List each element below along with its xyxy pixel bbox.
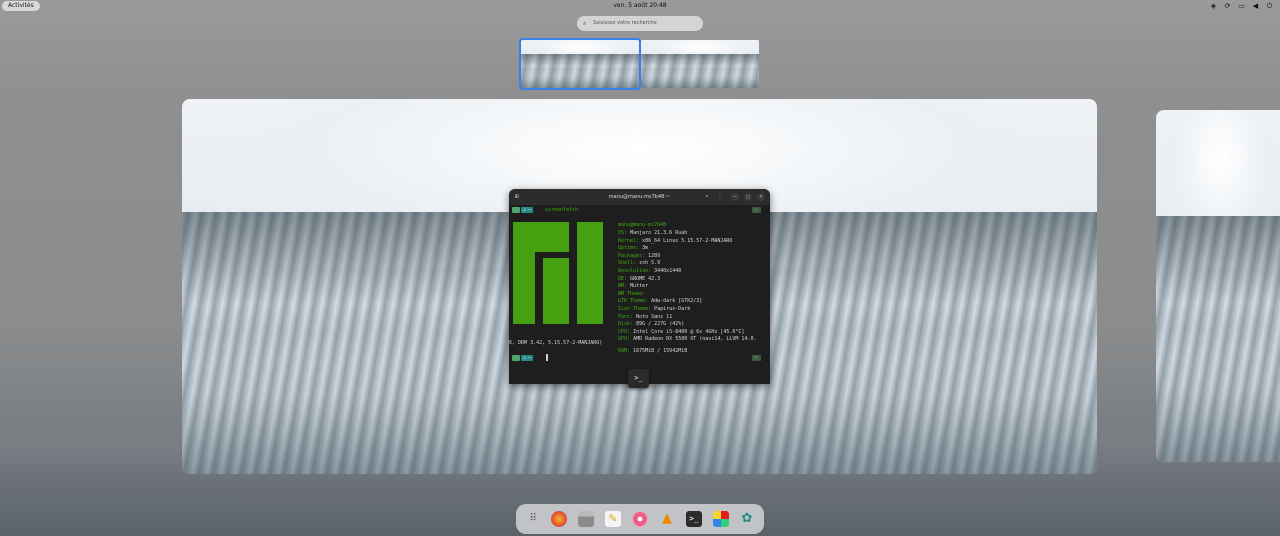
workspace-preview-next[interactable]	[1156, 110, 1280, 462]
system-info-line: WM Theme:	[618, 290, 646, 297]
files-icon[interactable]	[578, 511, 594, 527]
user-host: manu@manu-ms7b48	[618, 222, 667, 228]
system-info-line: Shell: zsh 5.9	[618, 260, 661, 267]
manjaro-logo	[513, 222, 603, 324]
sync-icon[interactable]: ⟳	[1223, 2, 1232, 10]
menu-icon[interactable]: ⋮	[716, 193, 724, 201]
app-grid-icon[interactable]: ⠿	[525, 511, 541, 527]
shell-prompt-2: ⌂ ~	[512, 355, 533, 361]
system-info-line: Icon Theme: Papirus-Dark	[618, 306, 691, 312]
workspace-thumbnail-1[interactable]	[519, 38, 641, 90]
display-icon[interactable]: ▭	[1237, 2, 1246, 10]
extension-icon[interactable]: ✿	[739, 511, 755, 527]
workspace-thumbnail-2[interactable]	[641, 40, 759, 88]
power-icon[interactable]: ⏻	[1265, 2, 1274, 11]
system-info-line: Packages: 1289	[618, 252, 661, 259]
minimize-icon[interactable]: –	[731, 193, 739, 201]
system-info-line: Kernel: x86_64 Linux 5.15.57-2-MANJARO	[618, 237, 733, 244]
ram-line: RAM: 1675MiB / 15942MiB	[618, 348, 688, 354]
terminal-icon[interactable]: >_	[686, 511, 702, 527]
search-icon[interactable]: ⌕	[703, 193, 711, 201]
status-check-icon: ✓	[752, 207, 761, 213]
close-icon[interactable]: ×	[757, 193, 765, 201]
system-info-line: WM: Mutter	[618, 283, 649, 290]
status-check-icon-2: ✓	[752, 355, 761, 361]
system-info-line: Uptime: 3m	[618, 245, 649, 252]
search-input[interactable]: ⌕ Saisissez votre recherche	[577, 16, 703, 31]
wrapped-line: 6, DRM 3.42, 5.15.57-2-MANJARO)	[509, 340, 603, 346]
system-info-line: Resolution: 3440x1440	[618, 268, 682, 274]
software-icon[interactable]	[713, 511, 729, 527]
system-info-line: Font: Noto Sans 11	[618, 313, 673, 320]
firefox-icon[interactable]	[551, 511, 567, 527]
system-info-line: GTK Theme: Adw-dark [GTK2/3]	[618, 298, 703, 305]
search-placeholder: Saisissez votre recherche	[593, 20, 657, 26]
command-text: screenfetch	[545, 207, 579, 213]
system-info-line: GPU: AMD Radeon RX 5500 XT (navi14, LLVM…	[618, 336, 757, 343]
text-editor-icon[interactable]: ✎	[605, 511, 621, 527]
system-info-line: Disk: 89G / 227G (42%)	[618, 321, 685, 328]
top-bar: Activités ven. 5 août 20:48 ◈ ⟳ ▭ ◀ ⏻	[0, 0, 1280, 12]
volume-icon[interactable]: ◀	[1251, 2, 1260, 10]
system-info-line: DE: GNOME 42.3	[618, 275, 661, 282]
terminal-headerbar[interactable]: ⊞ manu@manu-ms7b48:~ ⌕ ⋮ – □ ×	[509, 189, 770, 205]
vlc-icon[interactable]: ▲	[659, 511, 675, 527]
system-tray[interactable]: ◈ ⟳ ▭ ◀ ⏻	[1209, 1, 1274, 11]
maximize-icon[interactable]: □	[744, 193, 752, 201]
dash-dock: ⠿ ✎ ▲ >_ ✿	[516, 504, 764, 534]
shield-icon[interactable]: ◈	[1209, 2, 1218, 10]
lollypop-icon[interactable]	[632, 511, 648, 527]
clock[interactable]: ven. 5 août 20:48	[0, 1, 1280, 11]
shell-prompt: ⌂ ~	[512, 207, 533, 213]
text-cursor	[546, 354, 548, 361]
search-icon: ⌕	[583, 20, 587, 27]
system-info-line: OS: Manjaro 21.3.6 Ruah	[618, 230, 688, 236]
system-info-line: CPU: Intel Core i5-8400 @ 6x 4GHz [45.0°…	[618, 328, 745, 335]
terminal-app-icon[interactable]: >_	[628, 369, 649, 388]
